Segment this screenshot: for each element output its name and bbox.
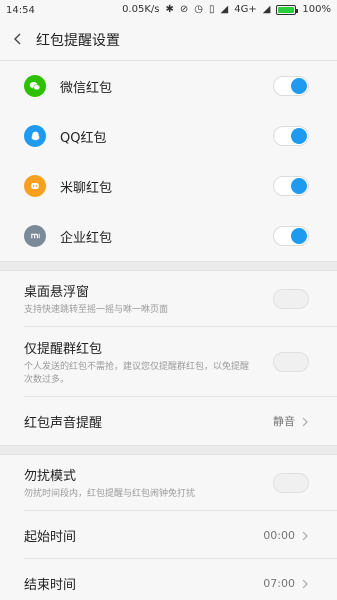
chevron-left-icon — [11, 31, 25, 50]
app-row-wechat[interactable]: 微信红包 — [0, 61, 337, 111]
float-window-row[interactable]: 桌面悬浮窗 支持快速跳转至摇一摇与咻一咻页面 — [0, 271, 337, 327]
qq-toggle[interactable] — [273, 126, 309, 146]
section-separator — [0, 261, 337, 271]
group-only-toggle[interactable] — [273, 352, 309, 372]
app-label: 微信红包 — [60, 80, 113, 96]
chevron-right-icon — [301, 574, 309, 593]
group-only-row[interactable]: 仅提醒群红包 个人发送的红包不需抢，建议您仅提醒群红包，以免提醒次数过多。 — [0, 327, 337, 397]
sound-value-box: 静音 — [273, 412, 309, 431]
settings-list: 桌面悬浮窗 支持快速跳转至摇一摇与咻一咻页面 仅提醒群红包 个人发送的红包不需抢… — [0, 271, 337, 445]
setting-label: 结束时间 — [24, 577, 77, 593]
float-window-toggle[interactable] — [273, 289, 309, 309]
end-time-row[interactable]: 结束时间 07:00 — [0, 559, 337, 600]
sound-value: 静音 — [273, 415, 295, 428]
network-type: 4G+ — [234, 4, 257, 15]
section-separator — [0, 445, 337, 455]
alarm-icon: ◷ — [194, 4, 203, 15]
network-speed: 0.05K/s — [122, 4, 160, 15]
page-title: 红包提醒设置 — [36, 33, 120, 49]
app-label: QQ红包 — [60, 130, 107, 146]
setting-desc: 支持快速跳转至摇一摇与咻一咻页面 — [24, 305, 169, 315]
signal-icon: ◢ — [220, 4, 229, 15]
chevron-right-icon — [301, 412, 309, 431]
setting-label: 桌面悬浮窗 — [24, 285, 90, 300]
wechat-icon — [24, 75, 46, 97]
qq-icon — [24, 125, 46, 147]
back-button[interactable] — [0, 20, 36, 60]
title-bar: 红包提醒设置 — [0, 20, 337, 60]
setting-label: 勿扰模式 — [24, 469, 77, 484]
dnd-mode-row[interactable]: 勿扰模式 勿扰时间段内，红包提醒与红包闹钟免打扰 — [0, 455, 337, 511]
miliao-icon — [24, 175, 46, 197]
bluetooth-icon: ✱ — [165, 4, 174, 15]
setting-desc: 勿扰时间段内，红包提醒与红包闹钟免打扰 — [24, 489, 196, 499]
start-time-row[interactable]: 起始时间 00:00 — [0, 511, 337, 559]
miliao-toggle[interactable] — [273, 176, 309, 196]
mi-icon — [24, 225, 46, 247]
app-row-enterprise[interactable]: 企业红包 — [0, 211, 337, 261]
signal-icon: ◢ — [262, 4, 271, 15]
battery-icon — [276, 5, 299, 15]
wechat-toggle[interactable] — [273, 76, 309, 96]
app-label: 企业红包 — [60, 230, 113, 246]
status-right: 0.05K/s ✱ ⊘ ◷ ▯ ◢ 4G+ ◢ 100% — [122, 5, 331, 15]
status-bar: 14:54 0.05K/s ✱ ⊘ ◷ ▯ ◢ 4G+ ◢ 100% — [0, 0, 337, 20]
start-time-value-box: 00:00 — [263, 526, 309, 545]
app-label: 米聊红包 — [60, 180, 113, 196]
app-row-qq[interactable]: QQ红包 — [0, 111, 337, 161]
vibrate-icon: ▯ — [208, 4, 215, 15]
setting-label: 起始时间 — [24, 529, 77, 545]
setting-label: 红包声音提醒 — [24, 415, 103, 431]
dnd-list: 勿扰模式 勿扰时间段内，红包提醒与红包闹钟免打扰 起始时间 00:00 结束时间… — [0, 455, 337, 600]
chevron-right-icon — [301, 526, 309, 545]
app-row-miliao[interactable]: 米聊红包 — [0, 161, 337, 211]
mute-icon: ⊘ — [179, 4, 189, 15]
enterprise-toggle[interactable] — [273, 226, 309, 246]
status-time: 14:54 — [6, 4, 35, 16]
end-time-value-box: 07:00 — [263, 574, 309, 593]
setting-label: 仅提醒群红包 — [24, 341, 103, 357]
app-list: 微信红包 QQ红包 米聊红包 企业红包 — [0, 61, 337, 261]
battery-percent: 100% — [302, 4, 331, 15]
end-time-value: 07:00 — [263, 576, 295, 590]
dnd-mode-toggle[interactable] — [273, 473, 309, 493]
sound-row[interactable]: 红包声音提醒 静音 — [0, 397, 337, 445]
setting-desc: 个人发送的红包不需抢，建议您仅提醒群红包，以免提醒次数过多。 — [24, 361, 250, 385]
start-time-value: 00:00 — [263, 528, 295, 542]
